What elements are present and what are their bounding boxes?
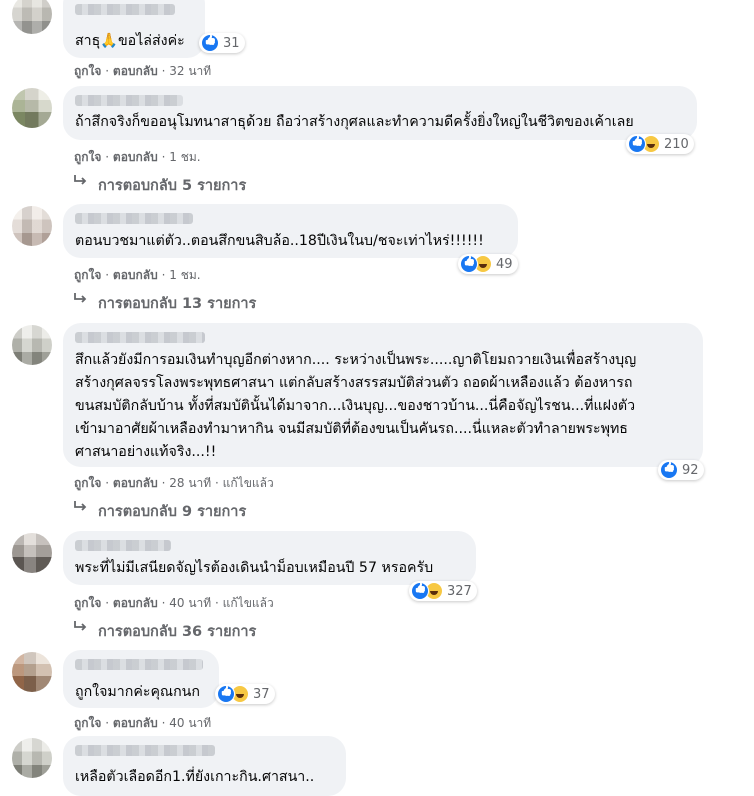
comment-bubble: ตอนบวชมาแต่ตัว..ตอนสึกขนสิบล้อ..18ปีเงิน… [63, 204, 518, 258]
avatar[interactable] [12, 206, 52, 246]
reaction-count: 37 [253, 686, 270, 702]
reply-action[interactable]: ตอบกลับ [113, 268, 158, 282]
comment-time[interactable]: 40 นาที [169, 596, 211, 610]
like-action[interactable]: ถูกใจ [74, 150, 101, 164]
reaction-count: 210 [664, 136, 689, 152]
like-reaction-icon [460, 255, 478, 273]
avatar[interactable] [12, 533, 52, 573]
commenter-name-blurred[interactable] [75, 4, 175, 15]
comment-text: พระที่ไม่มีเสนียดจัญไรต้องเดินนำม็อบเหมื… [75, 560, 434, 576]
comment-text-line: สึกแล้วยังมีการอมเงินทำบุญอีกต่างหาก....… [75, 352, 637, 368]
reaction-count: 49 [496, 256, 513, 272]
comment-meta: ถูกใจ · ตอบกลับ · 40 นาที · แก้ไขแล้ว [74, 596, 274, 610]
edited-label: แก้ไขแล้ว [222, 476, 274, 490]
comment-text: ถูกใจมากค่ะคุณกนก [75, 684, 200, 700]
reaction-count: 327 [447, 583, 472, 599]
reaction-count: 92 [682, 462, 699, 478]
comment-time[interactable]: 32 นาที [169, 64, 211, 78]
reply-arrow-icon [74, 293, 87, 303]
comment-time[interactable]: 1 ชม. [169, 150, 200, 164]
avatar[interactable] [12, 88, 52, 128]
reaction-summary[interactable]: 92 [658, 460, 704, 480]
comment-time[interactable]: 1 ชม. [169, 268, 200, 282]
commenter-name-blurred[interactable] [75, 213, 193, 224]
avatar[interactable] [12, 325, 52, 365]
comment-text: สาธุ🙏ขอไล่ส่งค่ะ [75, 33, 185, 49]
commenter-name-blurred[interactable] [75, 540, 171, 551]
reaction-summary[interactable]: 210 [626, 134, 694, 154]
comment-meta: ถูกใจ · ตอบกลับ · 28 นาที · แก้ไขแล้ว [74, 476, 274, 490]
edited-label: แก้ไขแล้ว [222, 596, 274, 610]
like-action[interactable]: ถูกใจ [74, 476, 101, 490]
view-replies-link[interactable]: การตอบกลับ 36 รายการ [74, 620, 256, 643]
reply-arrow-icon [74, 501, 87, 511]
reply-action[interactable]: ตอบกลับ [113, 64, 158, 78]
reply-arrow-icon [74, 175, 87, 185]
avatar[interactable] [12, 0, 52, 34]
reaction-summary[interactable]: 31 [199, 33, 245, 53]
reply-arrow-icon [74, 621, 87, 631]
reaction-summary[interactable]: 49 [458, 254, 518, 274]
reply-action[interactable]: ตอบกลับ [113, 150, 158, 164]
commenter-name-blurred[interactable] [75, 745, 215, 756]
like-reaction-icon [201, 34, 219, 52]
like-reaction-icon [660, 461, 678, 479]
comment-text-line: ศาสนาอย่างแท้จริง...!! [75, 444, 217, 460]
comment-text-line: สร้างกุศลจรรโลงพระพุทธศาสนา แต่กลับสร้าง… [75, 375, 633, 391]
comment-text: ตอนบวชมาแต่ตัว..ตอนสึกขนสิบล้อ..18ปีเงิน… [75, 233, 484, 249]
avatar[interactable] [12, 738, 52, 778]
reaction-summary[interactable]: 327 [409, 581, 477, 601]
comment-text-line: ขนสมบัติกลับบ้าน ทั้งที่สมบัตินั้นได้มาจ… [75, 398, 636, 414]
reaction-summary[interactable]: 37 [215, 684, 275, 704]
comment-meta: ถูกใจ · ตอบกลับ · 32 นาที [74, 64, 212, 78]
like-action[interactable]: ถูกใจ [74, 716, 101, 730]
like-reaction-icon [411, 582, 429, 600]
reply-action[interactable]: ตอบกลับ [113, 476, 158, 490]
commenter-name-blurred[interactable] [75, 95, 183, 106]
like-reaction-icon [217, 685, 235, 703]
like-action[interactable]: ถูกใจ [74, 268, 101, 282]
comment-bubble: พระที่ไม่มีเสนียดจัญไรต้องเดินนำม็อบเหมื… [63, 531, 476, 585]
comment-bubble: สาธุ🙏ขอไล่ส่งค่ะ [63, 0, 205, 58]
commenter-name-blurred[interactable] [75, 332, 205, 343]
reply-action[interactable]: ตอบกลับ [113, 716, 158, 730]
reply-action[interactable]: ตอบกลับ [113, 596, 158, 610]
view-replies-link[interactable]: การตอบกลับ 9 รายการ [74, 500, 246, 523]
comment-time[interactable]: 40 นาที [169, 716, 211, 730]
view-replies-link[interactable]: การตอบกลับ 13 รายการ [74, 292, 256, 315]
reaction-count: 31 [223, 35, 240, 51]
comment-bubble: ถูกใจมากค่ะคุณกนก [63, 650, 219, 708]
like-reaction-icon [628, 135, 646, 153]
comment-bubble: เหลือตัวเลือดอีก1.ที่ยังเกาะกิน.ศาสนา.. [63, 736, 346, 796]
like-action[interactable]: ถูกใจ [74, 64, 101, 78]
comment-bubble: ถ้าสึกจริงก็ขออนุโมทนาสาธุด้วย ถือว่าสร้… [63, 86, 697, 140]
comment-text: ถ้าสึกจริงก็ขออนุโมทนาสาธุด้วย ถือว่าสร้… [75, 114, 634, 130]
comment-meta: ถูกใจ · ตอบกลับ · 40 นาที [74, 716, 212, 730]
comment-text-line: เข้ามาอาศัยผ้าเหลืองทำมาหากิน จนมีสมบัติ… [75, 421, 628, 437]
comment-meta: ถูกใจ · ตอบกลับ · 1 ชม. [74, 268, 201, 282]
avatar[interactable] [12, 652, 52, 692]
view-replies-link[interactable]: การตอบกลับ 5 รายการ [74, 174, 246, 197]
comment-meta: ถูกใจ · ตอบกลับ · 1 ชม. [74, 150, 201, 164]
like-action[interactable]: ถูกใจ [74, 596, 101, 610]
commenter-name-blurred[interactable] [75, 659, 203, 670]
comment-bubble: สึกแล้วยังมีการอมเงินทำบุญอีกต่างหาก....… [63, 323, 703, 467]
comment-text: เหลือตัวเลือดอีก1.ที่ยังเกาะกิน.ศาสนา.. [75, 769, 315, 785]
comment-time[interactable]: 28 นาที [169, 476, 211, 490]
